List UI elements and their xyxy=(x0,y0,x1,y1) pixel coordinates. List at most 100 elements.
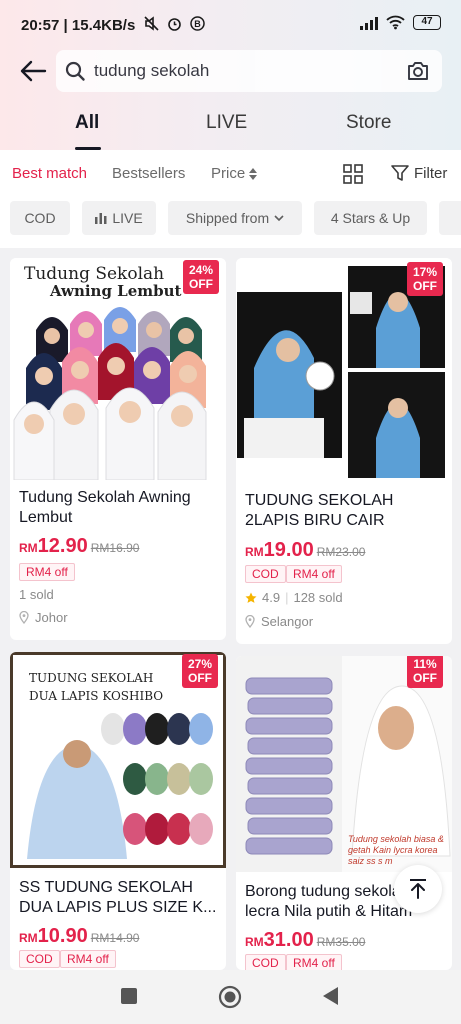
signal-icon xyxy=(360,16,378,30)
product-card[interactable]: TUDUNG SEKOLAH DUA LAPIS KOSHIBO 27% OFF … xyxy=(10,652,226,970)
back-arrow-icon[interactable] xyxy=(18,56,48,86)
back-triangle-icon[interactable] xyxy=(320,985,340,1007)
product-title: TUDUNG SEKOLAH 2LAPIS BIRU CAIR xyxy=(245,492,394,529)
recents-square-icon[interactable] xyxy=(118,985,140,1007)
discount-percent: 17% xyxy=(412,265,438,279)
discount-off: OFF xyxy=(189,277,213,291)
sort-price-label: Price xyxy=(211,165,246,182)
cod-tag: COD xyxy=(245,954,286,970)
sort-price[interactable]: Price xyxy=(211,165,258,182)
discount-percent: 24% xyxy=(188,263,214,277)
star-icon xyxy=(245,592,257,603)
chip-shipped-from[interactable]: Shipped from xyxy=(168,201,302,235)
voucher-tag: RM4 off xyxy=(286,954,342,970)
discount-off: OFF xyxy=(413,671,437,685)
image-text: Tudung Sekolah xyxy=(24,264,165,284)
voucher-tag: RM4 off xyxy=(19,563,75,581)
chevron-down-icon xyxy=(274,214,284,221)
sort-bar: Best match Bestsellers Price Filter xyxy=(0,150,461,198)
price-currency: RM xyxy=(245,545,264,559)
network-speed: 15.4KB/s xyxy=(71,17,136,34)
chip-live[interactable]: LIVE xyxy=(82,201,156,235)
discount-badge: 24% OFF xyxy=(183,260,219,294)
wifi-icon xyxy=(386,15,405,30)
image-subtext: Awning Lembut xyxy=(50,282,182,300)
sold-count: 1 sold xyxy=(19,587,54,602)
old-price: RM23.00 xyxy=(316,545,366,559)
discount-badge: 11% OFF xyxy=(407,656,443,688)
search-query: tudung sekolah xyxy=(94,61,210,80)
chip-more[interactable] xyxy=(439,201,461,235)
image-text: Tudung sekolah biasa & getah Kain lycra … xyxy=(348,834,444,866)
product-location: Johor xyxy=(19,610,68,625)
product-image: Tudung sekolah biasa & getah Kain lycra … xyxy=(236,656,452,872)
status-bar: 20:57 | 15.4KB/s B 47 xyxy=(0,0,461,50)
discount-percent: 27% xyxy=(187,657,213,671)
chip-label: Shipped from xyxy=(185,210,270,226)
product-price: RM12.90 RM16.90 xyxy=(19,535,139,558)
search-input[interactable]: tudung sekolah xyxy=(56,50,442,92)
chip-label: 4 Stars & Up xyxy=(330,210,411,226)
chip-label: LIVE xyxy=(112,210,143,226)
product-title: SS TUDUNG SEKOLAH DUA LAPIS PLUS SIZE K.… xyxy=(19,879,217,916)
filter-icon xyxy=(391,165,409,181)
two-layer-hijab-illustration xyxy=(27,713,213,859)
discount-percent: 11% xyxy=(413,657,437,671)
old-price: RM35.00 xyxy=(316,935,366,949)
chip-label: COD xyxy=(24,210,56,226)
chip-cod[interactable]: COD xyxy=(10,201,70,235)
mute-icon xyxy=(144,16,159,31)
product-card[interactable]: Tudung sekolah biasa & getah Kain lycra … xyxy=(236,656,452,970)
rating-value: 4.9 xyxy=(262,590,281,605)
old-price: RM16.90 xyxy=(90,541,140,555)
discount-badge: 17% OFF xyxy=(407,262,443,296)
svg-text:B: B xyxy=(194,19,201,29)
product-price: RM10.90 RM14.90 xyxy=(19,925,139,948)
sort-best-match[interactable]: Best match xyxy=(12,165,87,182)
camera-icon[interactable] xyxy=(406,60,430,82)
grid-view-icon[interactable] xyxy=(342,163,364,185)
price-amount: 31.00 xyxy=(263,929,314,951)
alarm-icon xyxy=(168,18,181,31)
product-price: RM19.00 RM23.00 xyxy=(245,539,365,562)
result-tabs: All LIVE Store xyxy=(0,104,461,150)
back-to-top-button[interactable] xyxy=(394,865,442,913)
sold-count: 128 sold xyxy=(293,590,343,605)
product-title: Tudung Sekolah Awning Lembut xyxy=(19,489,191,526)
tab-live[interactable]: LIVE xyxy=(206,112,247,134)
status-time: 20:57 xyxy=(21,17,60,34)
hijab-models-illustration xyxy=(13,307,207,480)
home-circle-icon[interactable] xyxy=(218,985,242,1009)
search-row: tudung sekolah xyxy=(0,50,461,92)
price-currency: RM xyxy=(245,935,264,949)
sort-arrows-icon xyxy=(249,167,258,180)
tab-store[interactable]: Store xyxy=(346,112,391,134)
discount-badge: 27% OFF xyxy=(182,654,218,688)
battery-icon: 47 xyxy=(413,15,441,30)
sort-bestsellers[interactable]: Bestsellers xyxy=(112,165,185,182)
cod-tag: COD xyxy=(19,950,60,968)
location-pin-icon xyxy=(245,615,255,628)
chip-4-stars[interactable]: 4 Stars & Up xyxy=(314,201,427,235)
quick-filter-chips: COD LIVE Shipped from 4 Stars & Up xyxy=(0,198,461,248)
filter-label: Filter xyxy=(414,164,448,182)
rating-row: 4.9 | 128 sold xyxy=(245,590,343,605)
system-nav-bar xyxy=(0,970,461,1024)
discount-off: OFF xyxy=(188,671,212,685)
old-price: RM14.90 xyxy=(90,931,140,945)
product-card[interactable]: 17% OFF TUDUNG SEKOLAH 2LAPIS BIRU CAIR R… xyxy=(236,258,452,644)
search-icon xyxy=(65,61,85,81)
price-amount: 12.90 xyxy=(37,535,88,557)
tab-all[interactable]: All xyxy=(75,112,99,134)
discount-off: OFF xyxy=(413,279,437,293)
product-card[interactable]: Tudung Sekolah Awning Lembut 24%OFF Tud xyxy=(10,258,226,640)
voucher-tag: RM4 off xyxy=(60,950,116,968)
price-currency: RM xyxy=(19,541,38,555)
filter-button[interactable]: Filter xyxy=(390,163,447,183)
location-label: Johor xyxy=(35,610,68,625)
price-amount: 19.00 xyxy=(263,539,314,561)
voucher-tag: RM4 off xyxy=(286,565,342,583)
product-location: Selangor xyxy=(245,614,313,629)
price-amount: 10.90 xyxy=(37,925,88,947)
b-badge-icon: B xyxy=(190,16,205,31)
